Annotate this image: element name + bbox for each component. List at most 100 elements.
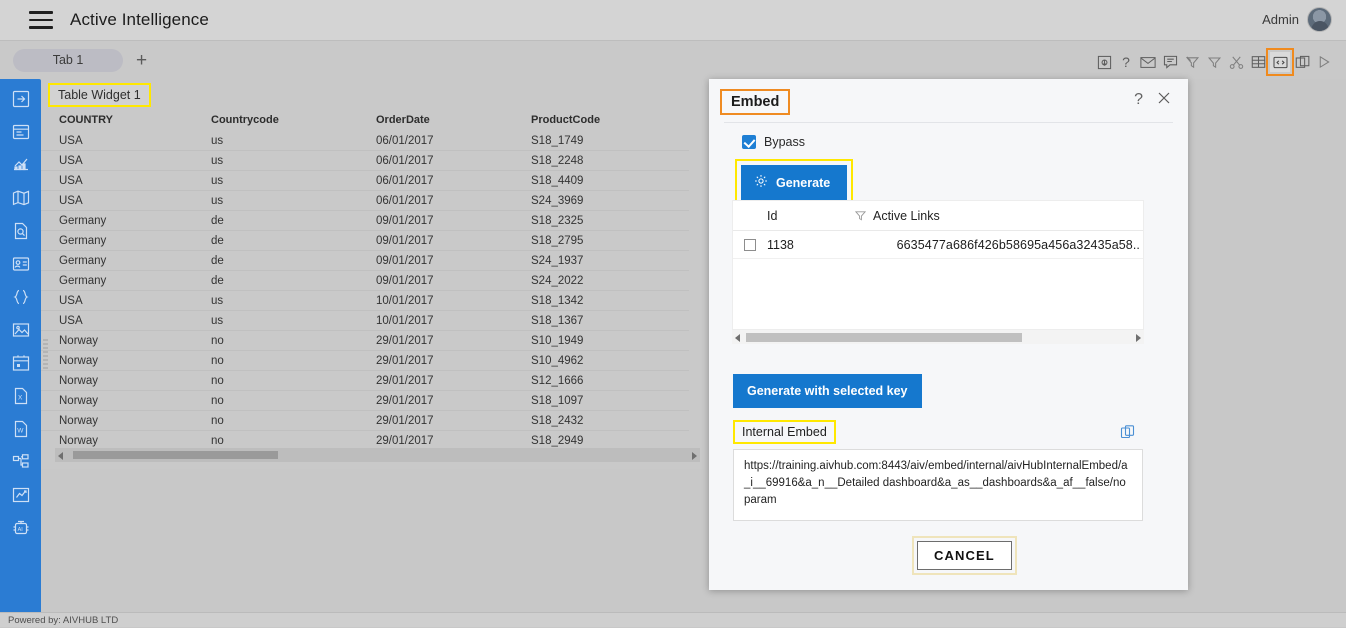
row-checkbox[interactable] bbox=[744, 239, 756, 251]
table-horizontal-scrollbar[interactable] bbox=[55, 448, 700, 462]
hamburger-icon[interactable] bbox=[29, 11, 53, 29]
image-icon[interactable] bbox=[11, 320, 31, 340]
bypass-checkbox-row[interactable]: Bypass bbox=[742, 135, 805, 149]
table-row[interactable]: USAus06/01/2017S24_3969 bbox=[41, 191, 689, 211]
table-row[interactable]: Germanyde09/01/2017S24_2022 bbox=[41, 271, 689, 291]
grid-horizontal-scrollbar[interactable] bbox=[732, 330, 1144, 344]
help-icon[interactable]: ? bbox=[1116, 52, 1136, 72]
contact-card-icon[interactable] bbox=[11, 254, 31, 274]
embed-code-icon[interactable] bbox=[1270, 52, 1290, 72]
copy-icon[interactable] bbox=[1120, 424, 1136, 440]
generate-key-label: Generate with selected key bbox=[747, 384, 908, 398]
column-header-orderdate[interactable]: OrderDate bbox=[376, 114, 531, 126]
map-icon[interactable] bbox=[11, 188, 31, 208]
table-row[interactable]: USAus06/01/2017S18_4409 bbox=[41, 171, 689, 191]
table-row[interactable]: USAus10/01/2017S18_1342 bbox=[41, 291, 689, 311]
table-cell: S24_2022 bbox=[531, 275, 681, 287]
avatar[interactable] bbox=[1307, 7, 1332, 32]
report-icon[interactable] bbox=[11, 122, 31, 142]
table-row[interactable]: Norwayno29/01/2017S12_1666 bbox=[41, 371, 689, 391]
row-id: 1138 bbox=[767, 238, 847, 252]
table-row[interactable]: Germanyde09/01/2017S18_2325 bbox=[41, 211, 689, 231]
scroll-right-icon[interactable] bbox=[692, 452, 697, 460]
braces-icon[interactable] bbox=[11, 287, 31, 307]
table-cell: USA bbox=[41, 295, 211, 307]
add-tab-button[interactable]: + bbox=[136, 51, 147, 70]
widget-title[interactable]: Table Widget 1 bbox=[48, 83, 151, 107]
table-cell: S18_1097 bbox=[531, 395, 681, 407]
table-cell: 06/01/2017 bbox=[376, 135, 531, 147]
table-cell: us bbox=[211, 175, 376, 187]
table-row[interactable]: USAus10/01/2017S18_1367 bbox=[41, 311, 689, 331]
svg-text:X: X bbox=[18, 394, 23, 401]
table-cell: USA bbox=[41, 315, 211, 327]
table-cell: S18_1749 bbox=[531, 135, 681, 147]
horizontal-scroll-thumb[interactable] bbox=[73, 451, 278, 459]
table-cell: 09/01/2017 bbox=[376, 255, 531, 267]
generate-with-selected-key-button[interactable]: Generate with selected key bbox=[733, 374, 922, 408]
chart-icon[interactable] bbox=[11, 155, 31, 175]
svg-text:AI: AI bbox=[17, 527, 22, 533]
user-menu[interactable]: Admin bbox=[1262, 7, 1332, 32]
app-header: Active Intelligence Admin bbox=[0, 0, 1346, 41]
cancel-button[interactable]: CANCEL bbox=[917, 541, 1012, 570]
widget-toolbar: ? bbox=[1092, 52, 1334, 72]
table-cell: USA bbox=[41, 155, 211, 167]
table-row[interactable]: Norwayno29/01/2017S18_2949 bbox=[41, 431, 689, 449]
grid-scroll-right-icon[interactable] bbox=[1136, 334, 1141, 342]
grid-scroll-left-icon[interactable] bbox=[735, 334, 740, 342]
generate-button[interactable]: Generate bbox=[741, 165, 847, 200]
table-row[interactable]: Norwayno29/01/2017S18_1097 bbox=[41, 391, 689, 411]
table-row[interactable]: USAus06/01/2017S18_2248 bbox=[41, 151, 689, 171]
row-active-link: 6635477a686f426b58695a456a32435a58.. bbox=[847, 238, 1143, 252]
grid-scroll-thumb[interactable] bbox=[746, 333, 1022, 342]
table-row[interactable]: Norwayno29/01/2017S10_1949 bbox=[41, 331, 689, 351]
ai-icon[interactable]: AI bbox=[11, 518, 31, 538]
word-file-icon[interactable]: W bbox=[11, 419, 31, 439]
table-cell: 06/01/2017 bbox=[376, 175, 531, 187]
excel-file-icon[interactable]: X bbox=[11, 386, 31, 406]
resize-grip[interactable] bbox=[43, 339, 48, 371]
row-checkbox-cell[interactable] bbox=[733, 239, 767, 251]
table-row[interactable]: Germanyde09/01/2017S18_2795 bbox=[41, 231, 689, 251]
copy-icon[interactable] bbox=[1292, 52, 1312, 72]
internal-embed-url[interactable]: https://training.aivhub.com:8443/aiv/emb… bbox=[733, 449, 1143, 521]
tab-tab-1[interactable]: Tab 1 bbox=[13, 49, 123, 72]
table-icon[interactable] bbox=[1248, 52, 1268, 72]
bypass-checkbox[interactable] bbox=[742, 135, 756, 149]
clear-filter-icon[interactable] bbox=[1182, 52, 1202, 72]
table-cell: 10/01/2017 bbox=[376, 315, 531, 327]
table-cell: us bbox=[211, 315, 376, 327]
column-header-productcode[interactable]: ProductCode bbox=[531, 114, 681, 126]
filter-icon[interactable] bbox=[847, 210, 873, 221]
table-cell: S18_1367 bbox=[531, 315, 681, 327]
table-row[interactable]: Norwayno29/01/2017S10_4962 bbox=[41, 351, 689, 371]
table-row[interactable]: Germanyde09/01/2017S24_1937 bbox=[41, 251, 689, 271]
table-cell: us bbox=[211, 155, 376, 167]
grid-row[interactable]: 1138 6635477a686f426b58695a456a32435a58.… bbox=[733, 231, 1143, 259]
grid-column-active-links[interactable]: Active Links bbox=[873, 209, 940, 223]
table-cell: de bbox=[211, 275, 376, 287]
scroll-left-icon[interactable] bbox=[58, 452, 63, 460]
comment-icon[interactable] bbox=[1160, 52, 1180, 72]
table-cell: 29/01/2017 bbox=[376, 355, 531, 367]
calendar-icon[interactable] bbox=[11, 353, 31, 373]
grid-column-id[interactable]: Id bbox=[767, 209, 847, 223]
table-cell: 09/01/2017 bbox=[376, 275, 531, 287]
close-icon[interactable] bbox=[1156, 90, 1172, 106]
generate-button-label: Generate bbox=[776, 176, 830, 190]
mail-icon[interactable] bbox=[1138, 52, 1158, 72]
play-icon[interactable] bbox=[1314, 52, 1334, 72]
column-header-country[interactable]: COUNTRY bbox=[41, 114, 211, 126]
table-row[interactable]: Norwayno29/01/2017S18_2432 bbox=[41, 411, 689, 431]
column-header-countrycode[interactable]: Countrycode bbox=[211, 114, 376, 126]
hierarchy-icon[interactable] bbox=[11, 452, 31, 472]
table-row[interactable]: USAus06/01/2017S18_1749 bbox=[41, 131, 689, 151]
scissors-icon[interactable] bbox=[1226, 52, 1246, 72]
help-icon[interactable]: ? bbox=[1134, 91, 1143, 109]
trend-icon[interactable] bbox=[11, 485, 31, 505]
export-icon[interactable] bbox=[11, 89, 31, 109]
filter-icon[interactable] bbox=[1204, 52, 1224, 72]
document-search-icon[interactable] bbox=[11, 221, 31, 241]
save-icon[interactable] bbox=[1094, 52, 1114, 72]
